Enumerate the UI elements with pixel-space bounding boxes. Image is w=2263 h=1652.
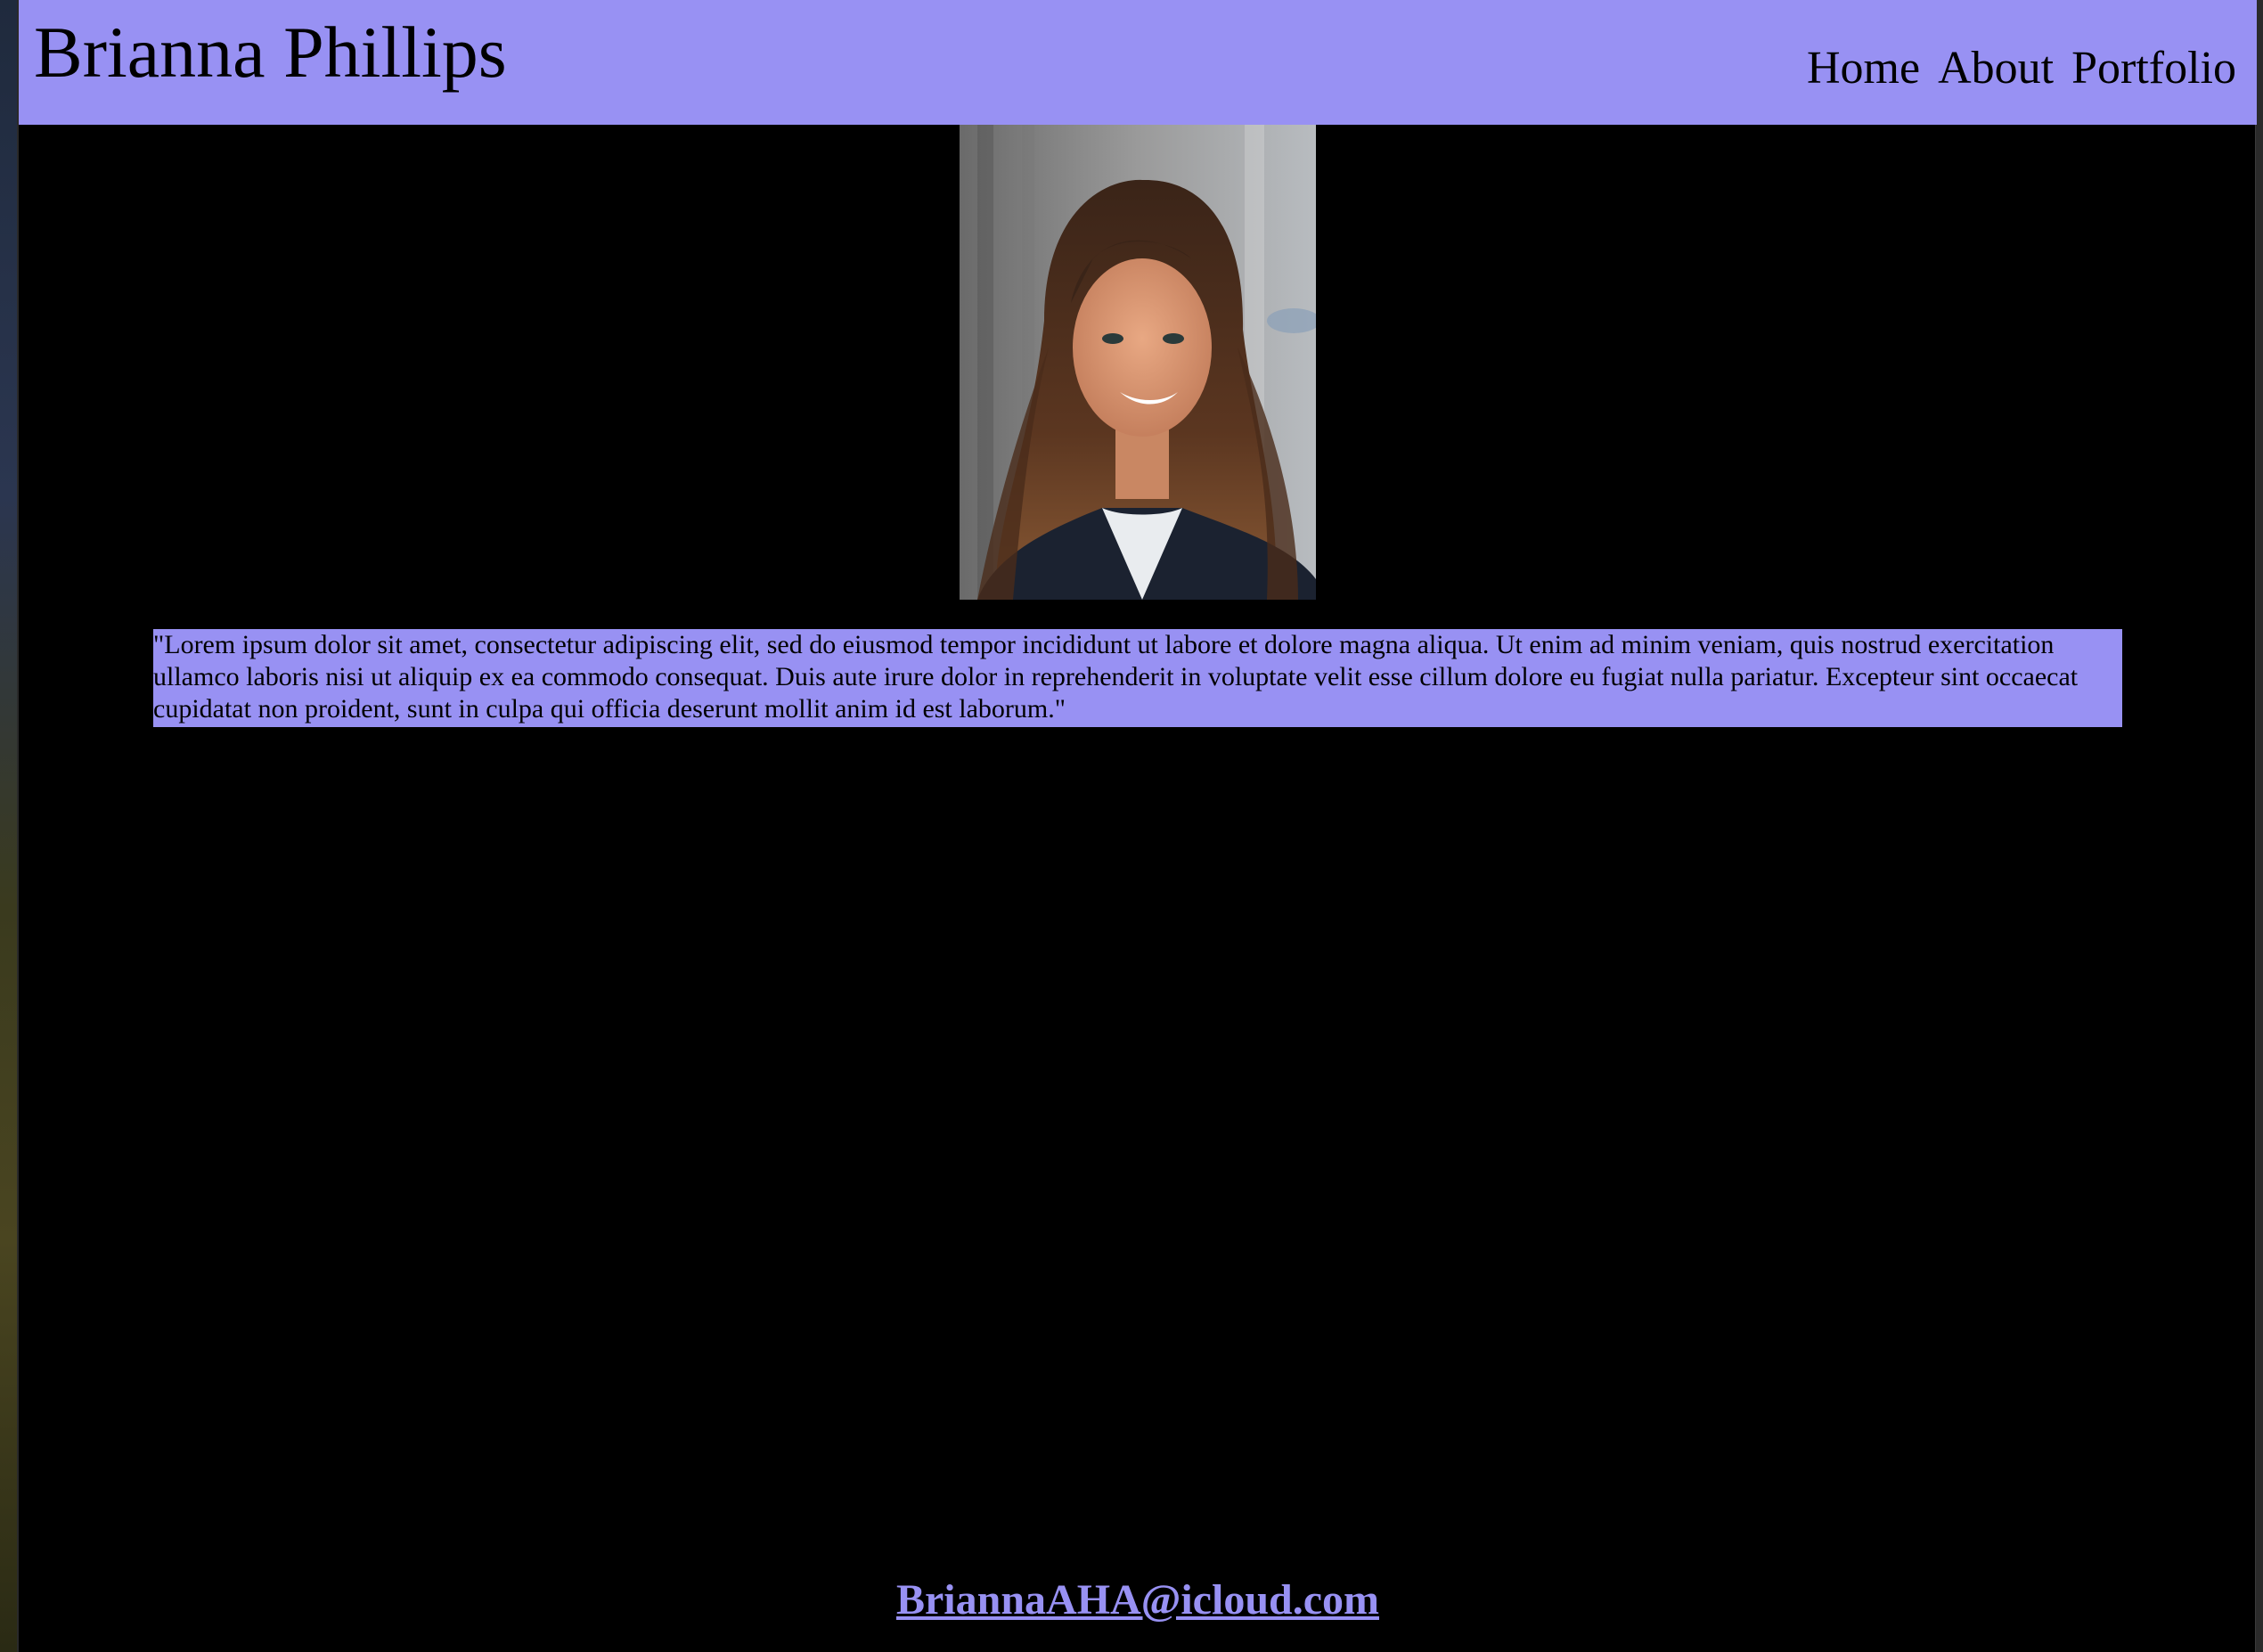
email-link[interactable]: BriannaAHA@icloud.com <box>896 1576 1379 1623</box>
site-title: Brianna Phillips <box>34 12 507 93</box>
page: Brianna Phillips Home About Portfolio "L… <box>17 0 2257 1652</box>
nav-link-about[interactable]: About <box>1938 43 2054 94</box>
site-header: Brianna Phillips Home About Portfolio <box>19 0 2257 125</box>
profile-photo <box>960 125 1316 600</box>
window-scrollbar[interactable] <box>2254 0 2263 1652</box>
desktop-background-left <box>0 0 17 1652</box>
bio-paragraph: "Lorem ipsum dolor sit amet, consectetur… <box>153 629 2122 727</box>
nav-link-portfolio[interactable]: Portfolio <box>2071 43 2236 94</box>
main-nav: Home About Portfolio <box>1807 43 2236 94</box>
footer: BriannaAHA@icloud.com <box>19 1576 2257 1624</box>
nav-link-home[interactable]: Home <box>1807 43 1920 94</box>
